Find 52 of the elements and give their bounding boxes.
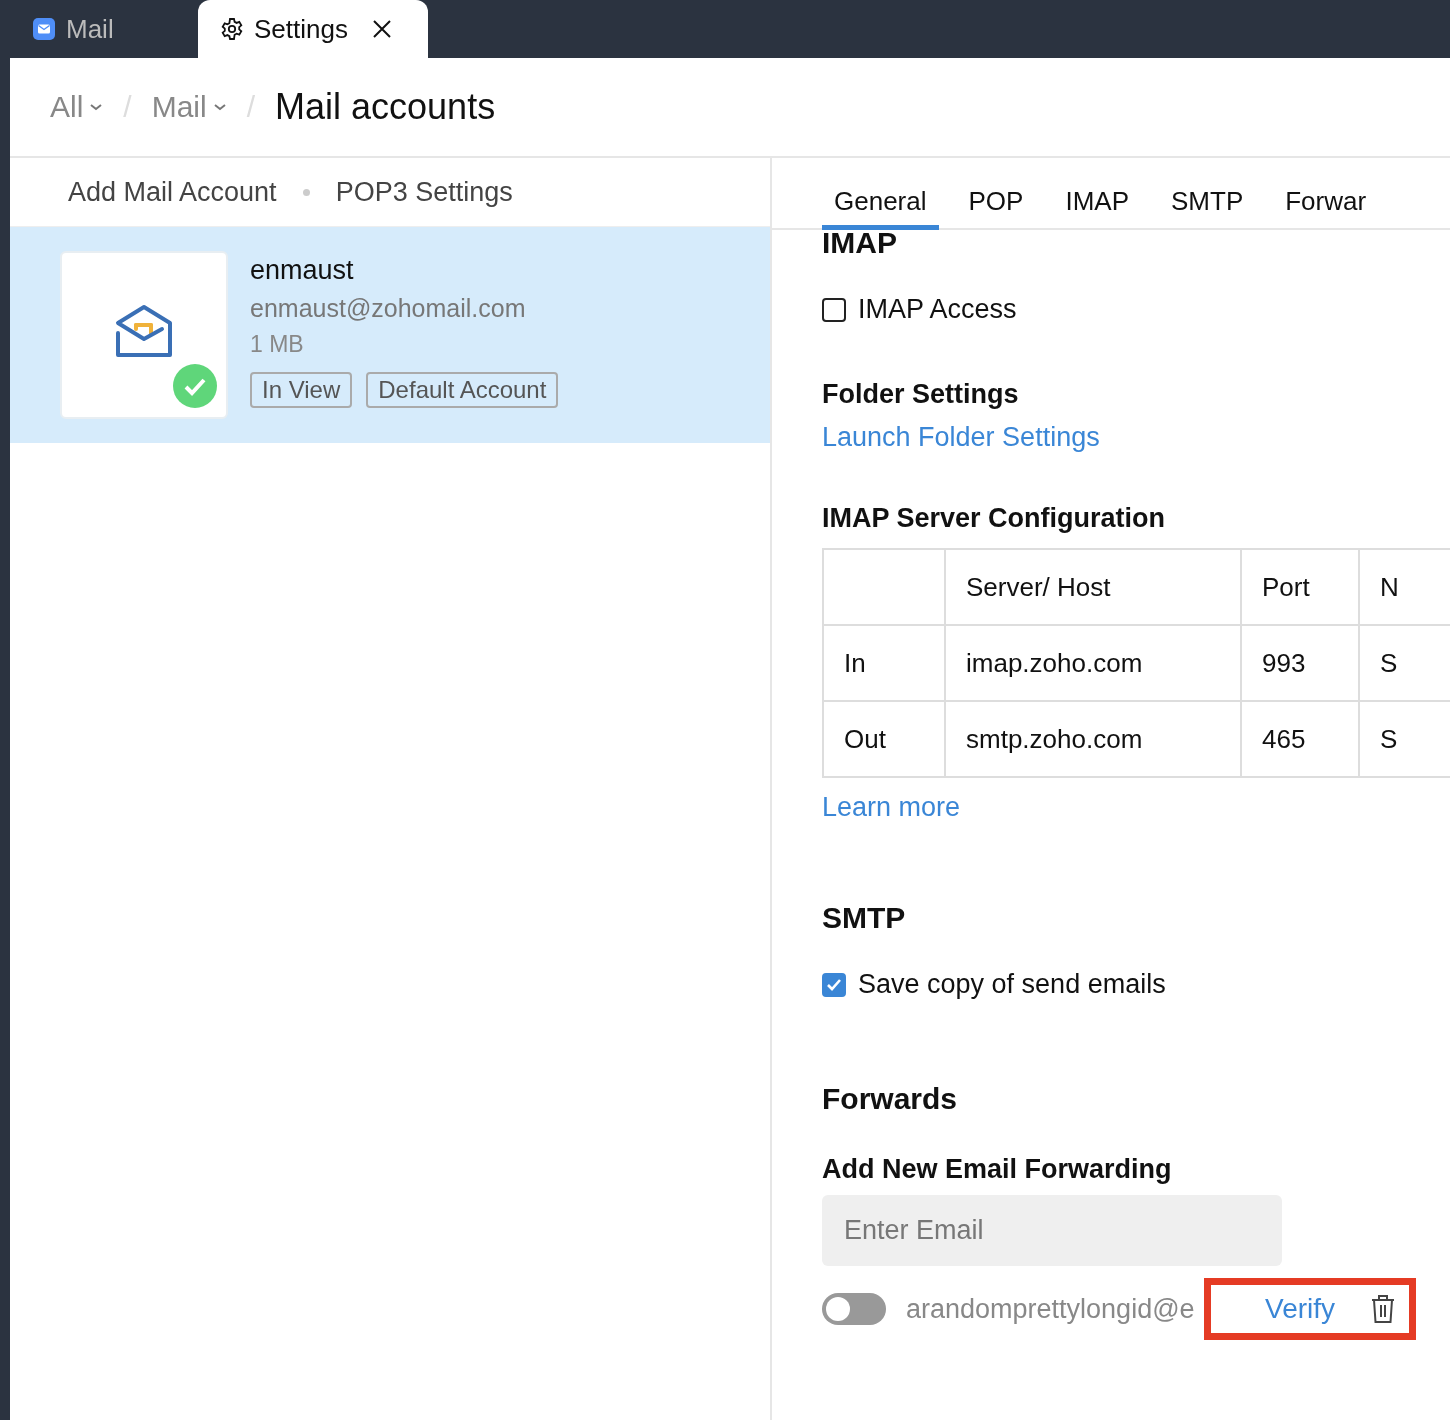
column-header: N (1359, 549, 1450, 625)
app-tab[interactable]: Settings (198, 0, 428, 58)
table-cell: smtp.zoho.com (945, 701, 1241, 777)
app-tab[interactable]: Mail (10, 0, 198, 58)
email-field[interactable]: Enter Email (822, 1195, 1282, 1266)
folder-settings-link[interactable]: Launch Folder Settings (822, 422, 1100, 453)
breadcrumb-item[interactable]: Mail (151, 90, 207, 124)
verify-link[interactable]: Verify (1265, 1293, 1336, 1325)
trash-icon[interactable] (1371, 1294, 1396, 1324)
table-cell: In (823, 625, 945, 701)
table-cell: imap.zoho.com (945, 625, 1241, 701)
toggle-switch[interactable] (822, 1293, 886, 1325)
separator-dot (302, 188, 310, 196)
section-tab[interactable]: IMAP (1053, 186, 1141, 230)
learn-more-link[interactable]: Learn more (822, 792, 961, 823)
table-cell: 465 (1241, 701, 1359, 777)
chevron-down-icon[interactable] (212, 102, 227, 112)
table-cell: Out (823, 701, 945, 777)
close-icon[interactable] (371, 19, 392, 39)
section-heading: Folder Settings (822, 379, 1020, 410)
account-email: enmaust@zohomail.com (250, 294, 527, 323)
checkbox[interactable] (822, 297, 846, 322)
breadcrumb-item[interactable]: All (50, 90, 84, 124)
check-icon (826, 977, 842, 992)
breadcrumb-item[interactable]: Mail accounts (275, 86, 496, 128)
account-size: 1 MB (250, 331, 305, 358)
section-heading: SMTP (822, 901, 907, 935)
checkbox-label: Save copy of send emails (858, 969, 1166, 1000)
breadcrumb-separator: / (123, 90, 132, 124)
section-tab[interactable]: General (822, 186, 939, 230)
column-header: Server/ Host (945, 549, 1241, 625)
section-tab[interactable]: POP (956, 186, 1036, 230)
gear-icon (220, 17, 244, 41)
mail-icon (32, 17, 56, 41)
account-item[interactable]: enmaust enmaust@zohomail.com 1 MB In View Default Account (10, 227, 770, 443)
checkbox[interactable] (822, 972, 846, 997)
toolbar-link[interactable]: Add Mail Account (68, 176, 277, 208)
forward-email: arandomprettylongid@e (906, 1293, 1196, 1325)
section-heading: IMAP Server Configuration (822, 503, 1167, 534)
column-header: Port (1241, 549, 1359, 625)
table-cell: 993 (1241, 625, 1359, 701)
toolbar-link[interactable]: POP3 Settings (335, 176, 513, 208)
section-tab[interactable]: SMTP (1159, 186, 1256, 230)
breadcrumb-separator: / (246, 90, 256, 124)
account-tag: Default Account (366, 372, 559, 408)
checkbox-label: IMAP Access (858, 294, 1017, 325)
section-heading: Add New Email Forwarding (822, 1154, 1173, 1185)
account-name: enmaust (250, 255, 355, 286)
account-tag: In View (250, 372, 353, 408)
section-heading: Forwards (822, 1082, 959, 1116)
chevron-down-icon[interactable] (89, 102, 104, 112)
section-tab[interactable]: Forwar (1273, 186, 1379, 230)
